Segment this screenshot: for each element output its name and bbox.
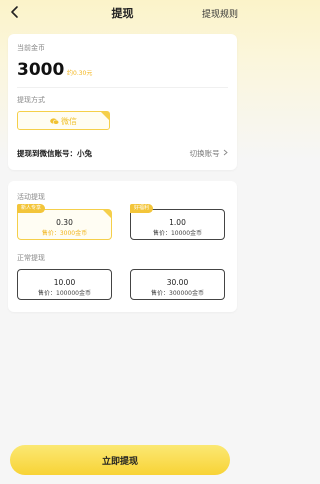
chevron-right-icon <box>223 149 228 156</box>
normal-section-label: 正常提现 <box>17 254 45 262</box>
activity-option-1[interactable]: 新人专享 0.30 售价：3000金币 <box>17 204 112 240</box>
withdraw-now-button[interactable]: 立即提现 <box>10 445 230 475</box>
withdraw-now-label: 立即提现 <box>101 457 138 467</box>
option-amount: 10.00 <box>53 278 76 287</box>
withdraw-rules-link[interactable]: 提现规则 <box>202 7 238 20</box>
option-price: 售价：10000金币 <box>152 230 203 237</box>
method-label: 提现方式 <box>17 96 45 104</box>
wechat-account-line: 提现到微信账号：小兔 <box>17 149 92 158</box>
wechat-icon <box>50 118 59 125</box>
option-tag: 新人专享 <box>17 204 46 213</box>
option-price: 售价：3000金币 <box>41 230 88 237</box>
option-price: 售价：300000金币 <box>151 290 204 297</box>
option-tag: 好福利 <box>130 204 154 213</box>
coin-balance: 3000 <box>17 60 65 80</box>
option-amount: 0.30 <box>56 218 73 227</box>
option-amount: 1.00 <box>169 218 186 227</box>
coin-approx-value: 约0.30元 <box>67 70 93 77</box>
wechat-method-label: 微信 <box>61 117 77 126</box>
divider <box>17 87 228 88</box>
withdraw-options-card: 活动提现 新人专享 0.30 售价：3000金币 好福利 1.00 售价：100… <box>8 181 237 312</box>
switch-account-link[interactable]: 切换账号 <box>190 148 228 159</box>
normal-option-1[interactable]: 10.00 售价：100000金币 <box>17 269 112 300</box>
option-price: 售价：100000金币 <box>38 290 91 297</box>
activity-section-label: 活动提现 <box>17 193 45 201</box>
normal-option-2[interactable]: 30.00 售价：300000金币 <box>130 269 225 300</box>
balance-label: 当前金币 <box>17 44 45 52</box>
switch-account-label: 切换账号 <box>189 149 220 158</box>
option-amount: 30.00 <box>166 278 189 287</box>
activity-option-2[interactable]: 好福利 1.00 售价：10000金币 <box>130 204 225 240</box>
nav-bar: 提现 提现规则 <box>0 0 245 26</box>
wechat-method-button[interactable]: 微信 <box>17 111 110 130</box>
balance-card: 当前金币 3000 约0.30元 提现方式 微信 提现到微信账号：小兔 切换账号 <box>8 34 237 170</box>
selected-corner-mark <box>103 210 111 218</box>
